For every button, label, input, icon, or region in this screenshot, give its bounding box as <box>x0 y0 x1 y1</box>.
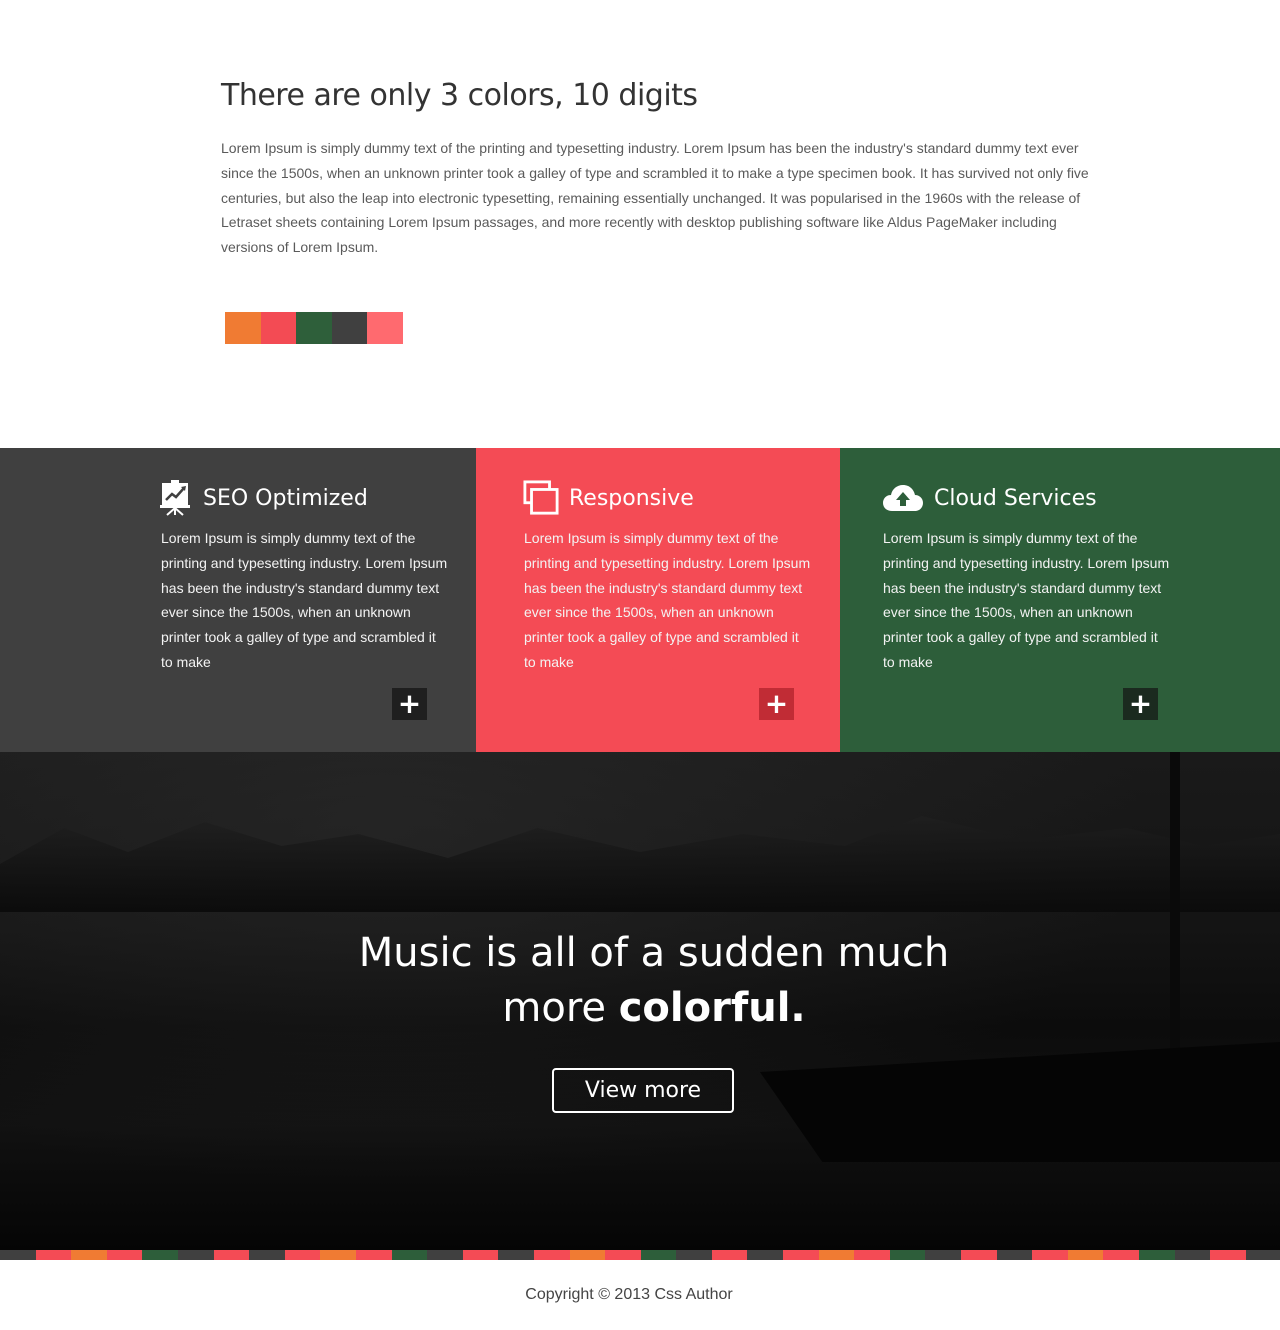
color-stripe-divider <box>0 1250 1280 1260</box>
stripe-segment <box>676 1250 712 1260</box>
hero-headline: Music is all of a sudden much more color… <box>0 926 1280 1036</box>
stripe-segment <box>961 1250 997 1260</box>
feature-cloud: Cloud Services Lorem Ipsum is simply dum… <box>840 448 1280 752</box>
footer: Copyright © 2013 Css Author <box>0 1260 1280 1330</box>
intro-section: There are only 3 colors, 10 digits Lorem… <box>0 0 1280 448</box>
feature-responsive-text: Lorem Ipsum is simply dummy text of the … <box>524 530 811 670</box>
swatch-pink <box>367 312 403 344</box>
stripe-segment <box>1210 1250 1246 1260</box>
overlapping-windows-icon <box>523 480 559 516</box>
feature-cloud-more-button[interactable]: + <box>1123 688 1158 720</box>
hero-section: Music is all of a sudden much more color… <box>0 752 1280 1250</box>
stripe-segment <box>213 1250 250 1260</box>
stripe-segment <box>818 1250 855 1260</box>
features-section: SEO Optimized Lorem Ipsum is simply dumm… <box>0 448 1280 752</box>
stripe-segment <box>1103 1250 1139 1260</box>
stripe-segment <box>605 1250 641 1260</box>
stripe-segment <box>35 1250 72 1260</box>
hero-headline-line2-light: more <box>502 985 619 1031</box>
swatch-dark-gray <box>331 312 368 344</box>
stripe-segment <box>71 1250 107 1260</box>
feature-responsive-header: Responsive <box>523 480 694 516</box>
stripe-segment <box>427 1250 463 1260</box>
stripe-segment <box>1174 1250 1211 1260</box>
feature-seo: SEO Optimized Lorem Ipsum is simply dumm… <box>0 448 476 752</box>
feature-seo-text: Lorem Ipsum is simply dummy text of the … <box>161 530 448 670</box>
feature-responsive-more-button[interactable]: + <box>759 688 794 720</box>
feature-cloud-header: Cloud Services <box>882 480 1097 516</box>
stripe-segment <box>320 1250 356 1260</box>
copyright-text: Copyright © 2013 Css Author <box>525 1286 733 1303</box>
color-swatches <box>225 312 403 344</box>
swatch-red <box>260 312 297 344</box>
plus-icon: + <box>397 687 422 720</box>
intro-paragraph: Lorem Ipsum is simply dummy text of the … <box>221 140 1089 256</box>
stripe-segment <box>889 1250 926 1260</box>
stripe-segment <box>1245 1250 1280 1260</box>
stripe-segment <box>925 1250 962 1260</box>
feature-seo-header: SEO Optimized <box>157 480 368 516</box>
feature-seo-more-button[interactable]: + <box>392 688 427 720</box>
stripe-segment <box>391 1250 428 1260</box>
stripe-segment <box>1139 1250 1175 1260</box>
stripe-segment <box>498 1250 534 1260</box>
feature-cloud-text: Lorem Ipsum is simply dummy text of the … <box>883 530 1170 670</box>
stripe-segment <box>854 1250 890 1260</box>
stripe-segment <box>533 1250 570 1260</box>
stripe-segment <box>640 1250 677 1260</box>
hero-headline-line2-bold: colorful. <box>618 985 806 1031</box>
stripe-segment <box>569 1250 606 1260</box>
stripe-segment <box>996 1250 1033 1260</box>
presentation-chart-icon <box>157 480 193 516</box>
feature-responsive: Responsive Lorem Ipsum is simply dummy t… <box>476 448 840 752</box>
feature-responsive-title: Responsive <box>569 485 694 511</box>
cloud-upload-icon <box>882 480 924 516</box>
stripe-segment <box>747 1250 784 1260</box>
stripe-segment <box>284 1250 321 1260</box>
stripe-segment <box>177 1250 214 1260</box>
hero-headline-line1: Music is all of a sudden much <box>358 930 950 976</box>
intro-title: There are only 3 colors, 10 digits <box>221 78 698 113</box>
feature-seo-title: SEO Optimized <box>203 485 368 511</box>
swatch-orange <box>225 312 261 344</box>
stripe-segment <box>1067 1250 1104 1260</box>
stripe-segment <box>106 1250 143 1260</box>
hero-background-mast <box>1170 752 1180 1092</box>
plus-icon: + <box>764 687 789 720</box>
stripe-segment <box>462 1250 499 1260</box>
plus-icon: + <box>1128 687 1153 720</box>
stripe-segment <box>0 1250 36 1260</box>
stripe-segment <box>1032 1250 1068 1260</box>
view-more-button[interactable]: View more <box>552 1068 734 1113</box>
swatch-green <box>296 312 332 344</box>
feature-cloud-title: Cloud Services <box>934 485 1097 511</box>
stripe-segment <box>711 1250 748 1260</box>
hero-background-treeline <box>0 816 1280 912</box>
stripe-segment <box>355 1250 392 1260</box>
stripe-segment <box>249 1250 285 1260</box>
stripe-segment <box>783 1250 819 1260</box>
stripe-segment <box>142 1250 178 1260</box>
